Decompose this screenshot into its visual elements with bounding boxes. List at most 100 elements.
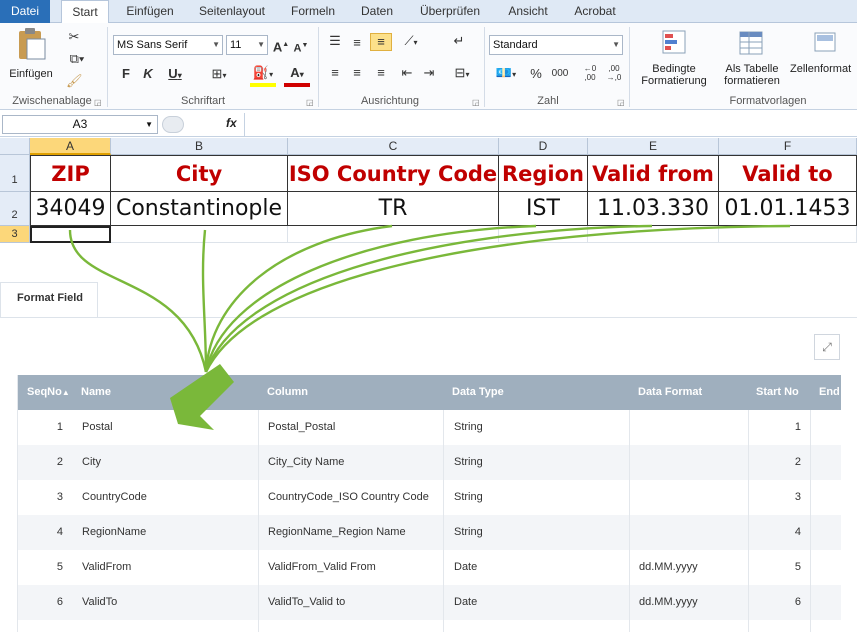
cell-b3[interactable] (111, 226, 288, 243)
select-all-corner[interactable] (0, 138, 30, 155)
cell-c2[interactable]: TR (288, 192, 499, 226)
border-icon[interactable]: ⊞▾ (206, 66, 232, 84)
tab-page-layout[interactable]: Seitenlayout (192, 0, 272, 23)
tab-data[interactable]: Daten (354, 0, 400, 23)
bold-icon[interactable]: F (118, 66, 134, 82)
col-header-end[interactable]: End (819, 375, 840, 410)
format-painter-icon[interactable]: 🖌 (66, 73, 83, 89)
clipboard-launcher-icon[interactable]: ◲ (94, 98, 102, 107)
cell-c1[interactable]: ISO Country Code (288, 155, 499, 192)
decrease-decimal-icon[interactable]: ,00 →,0 (604, 64, 624, 82)
cell-b2[interactable]: Constantinople (111, 192, 288, 226)
column-header-e[interactable]: E (588, 138, 719, 155)
number-format-combo[interactable]: Standard ▼ (489, 35, 623, 55)
cell-styles-label: Zellenformat (790, 63, 852, 75)
conditional-formatting-button[interactable]: Bedingte Formatierung (634, 29, 714, 87)
cell-e1[interactable]: Valid from (588, 155, 719, 192)
number-launcher-icon[interactable]: ◲ (617, 98, 625, 107)
col-header-column[interactable]: Column (267, 375, 308, 410)
tab-start[interactable]: Start (61, 0, 109, 24)
column-header-a[interactable]: A (30, 138, 111, 155)
cell-b1[interactable]: City (111, 155, 288, 192)
cell-seqno: 6 (56, 596, 63, 608)
cell-styles-button[interactable]: Zellenformat (790, 29, 857, 75)
orientation-icon[interactable]: ⟋▾ (398, 33, 424, 51)
tab-acrobat[interactable]: Acrobat (566, 0, 624, 23)
cell-a3-selected[interactable] (30, 226, 111, 243)
align-center-icon[interactable]: ≡ (348, 65, 366, 81)
cell-f3[interactable] (719, 226, 857, 243)
italic-icon[interactable]: K (140, 66, 156, 82)
col-header-name[interactable]: Name (81, 375, 111, 410)
cell-d1[interactable]: Region (499, 155, 588, 192)
col-header-seqno[interactable]: SeqNo▲ (27, 375, 70, 410)
thousands-separator-icon[interactable]: 000 (550, 66, 570, 82)
formula-bar-resize-handle[interactable] (162, 116, 184, 133)
insert-function-icon[interactable]: fx (226, 116, 237, 130)
wrap-text-icon[interactable]: ↵ (448, 33, 470, 49)
column-header-d[interactable]: D (499, 138, 588, 155)
tab-review[interactable]: Überprüfen (410, 0, 490, 23)
tab-formulas[interactable]: Formeln (282, 0, 344, 23)
screenshot-stage: { "ribbon": { "tabs": ["Datei","Start","… (0, 0, 857, 632)
cell-a1[interactable]: ZIP (30, 155, 111, 192)
col-header-start-no[interactable]: Start No (756, 375, 799, 410)
row-header-2[interactable]: 2 (0, 192, 30, 226)
cell-d2[interactable]: IST (499, 192, 588, 226)
cell-a2[interactable]: 34049 (30, 192, 111, 226)
table-row[interactable]: 1 Postal Postal_Postal String 1 (18, 410, 841, 445)
table-row[interactable]: 2 City City_City Name String 2 (18, 445, 841, 480)
column-header-b[interactable]: B (111, 138, 288, 155)
row-header-1[interactable]: 1 (0, 155, 30, 192)
name-box[interactable]: A3 ▼ (2, 115, 158, 134)
alignment-launcher-icon[interactable]: ◲ (472, 98, 480, 107)
row-header-3[interactable]: 3 (0, 226, 30, 243)
format-as-table-button[interactable]: Als Tabelle formatieren (716, 29, 788, 87)
col-header-data-format[interactable]: Data Format (638, 375, 702, 410)
grow-font-icon[interactable]: A▲ (272, 37, 290, 55)
column-divider (748, 410, 749, 632)
align-left-icon[interactable]: ≡ (326, 65, 344, 81)
expand-icon[interactable]: ⤢ (814, 334, 840, 360)
font-launcher-icon[interactable]: ◲ (306, 98, 314, 107)
cell-d3[interactable] (499, 226, 588, 243)
formula-input[interactable] (250, 116, 850, 134)
tab-format-field[interactable]: Format Field (0, 282, 98, 318)
column-header-c[interactable]: C (288, 138, 499, 155)
align-bottom-icon[interactable]: ≡ (370, 33, 392, 51)
tab-insert[interactable]: Einfügen (118, 0, 182, 23)
percent-icon[interactable]: % (528, 66, 544, 82)
fill-color-icon[interactable]: ⛽▾ (250, 65, 276, 87)
accounting-format-icon[interactable]: 💶▾ (494, 65, 518, 83)
merge-center-icon[interactable]: ⊟▾ (448, 65, 476, 83)
cell-f1[interactable]: Valid to (719, 155, 857, 192)
font-color-icon[interactable]: A▾ (284, 65, 310, 87)
align-top-icon[interactable]: ☰ (326, 33, 344, 49)
table-row[interactable]: 6 ValidTo ValidTo_Valid to Date dd.MM.yy… (18, 585, 841, 620)
table-row[interactable]: 4 RegionName RegionName_Region Name Stri… (18, 515, 841, 550)
column-header-f[interactable]: F (719, 138, 857, 155)
cell-e3[interactable] (588, 226, 719, 243)
cell-f2[interactable]: 01.01.1453 (719, 192, 857, 226)
cut-icon[interactable]: ✂ (66, 29, 82, 45)
cell-seqno: 2 (56, 456, 63, 468)
tab-view[interactable]: Ansicht (500, 0, 556, 23)
group-label-number: Zahl (537, 95, 559, 107)
cell-e2[interactable]: 11.03.330 (588, 192, 719, 226)
align-right-icon[interactable]: ≡ (372, 65, 390, 81)
shrink-font-icon[interactable]: A▼ (292, 38, 310, 57)
font-size-combo[interactable]: 11 ▼ (226, 35, 268, 55)
copy-icon[interactable]: ⧉▾ (66, 51, 88, 67)
align-middle-icon[interactable]: ≡ (348, 35, 366, 51)
font-name-combo[interactable]: MS Sans Serif ▼ (113, 35, 223, 55)
increase-decimal-icon[interactable]: ←0,00 (580, 64, 600, 82)
decrease-indent-icon[interactable]: ⇤ (398, 65, 416, 81)
cell-c3[interactable] (288, 226, 499, 243)
table-row[interactable]: 5 ValidFrom ValidFrom_Valid From Date dd… (18, 550, 841, 585)
col-header-data-type[interactable]: Data Type (452, 375, 504, 410)
tab-file[interactable]: Datei (0, 0, 50, 23)
increase-indent-icon[interactable]: ⇥ (420, 65, 438, 81)
paste-button[interactable]: Einfügen (8, 27, 54, 89)
table-row[interactable]: 3 CountryCode CountryCode_ISO Country Co… (18, 480, 841, 515)
underline-icon[interactable]: U▾ (162, 66, 188, 84)
